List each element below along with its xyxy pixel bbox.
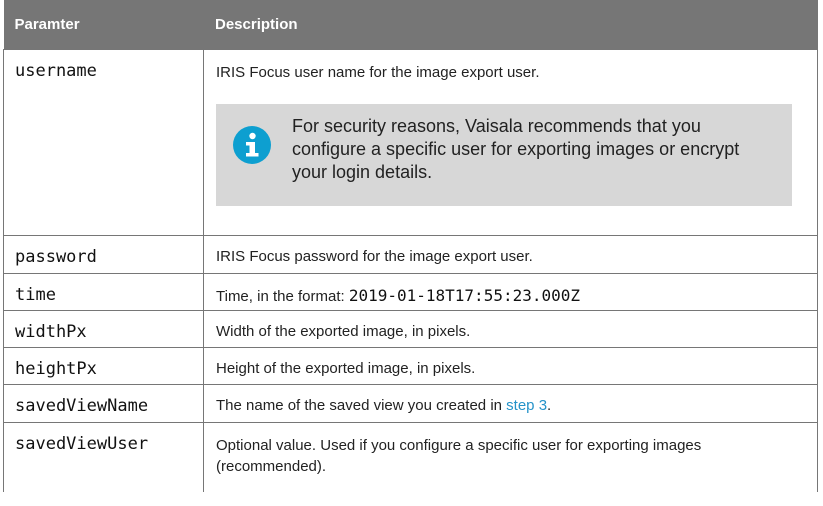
parameter-table: Paramter Description username IRIS Focus… (3, 0, 818, 492)
param-name: username (3, 48, 204, 235)
table-row: widthPx Width of the exported image, in … (3, 309, 818, 347)
table-row: heightPx Height of the exported image, i… (3, 346, 818, 384)
note-text: For security reasons, Vaisala recommends… (292, 115, 740, 182)
param-description: Width of the exported image, in pixels. (203, 309, 818, 347)
table-header-row: Paramter Description (3, 0, 818, 49)
param-name: savedViewUser (3, 421, 204, 492)
param-description: IRIS Focus password for the image export… (203, 234, 818, 273)
param-description: Optional value. Used if you configure a … (216, 436, 702, 475)
step-3-link[interactable]: step 3 (506, 397, 547, 414)
security-note: For security reasons, Vaisala recommends… (216, 103, 792, 206)
table-row: savedViewUser Optional value. Used if yo… (3, 421, 818, 492)
param-name: heightPx (3, 346, 204, 384)
description-suffix: . (547, 396, 552, 414)
param-name: widthPx (3, 309, 204, 347)
header-description: Description (203, 0, 818, 49)
param-description-cell: Optional value. Used if you configure a … (203, 421, 818, 492)
time-format-code: 2019-01-18T17:55:23.000Z (348, 285, 581, 305)
table-row: username IRIS Focus user name for the im… (3, 48, 818, 235)
table-row: time Time, in the format: 2019-01-18T17:… (3, 272, 818, 310)
param-name: savedViewName (3, 383, 204, 422)
header-parameter: Paramter (3, 0, 204, 49)
table-row: password IRIS Focus password for the ima… (3, 234, 818, 273)
param-description-cell: IRIS Focus user name for the image expor… (203, 48, 818, 235)
param-description-cell: The name of the saved view you created i… (203, 383, 818, 422)
param-description: Height of the exported image, in pixels. (203, 346, 818, 384)
param-description: The name of the saved view you created i… (216, 396, 507, 414)
param-description-cell: Time, in the format: 2019-01-18T17:55:23… (203, 272, 818, 310)
param-description: IRIS Focus user name for the image expor… (216, 63, 540, 81)
info-icon (233, 125, 271, 164)
table-row: savedViewName The name of the saved view… (3, 383, 818, 422)
param-name: password (3, 234, 204, 273)
param-name: time (3, 272, 204, 310)
param-description: Time, in the format: (216, 287, 349, 305)
